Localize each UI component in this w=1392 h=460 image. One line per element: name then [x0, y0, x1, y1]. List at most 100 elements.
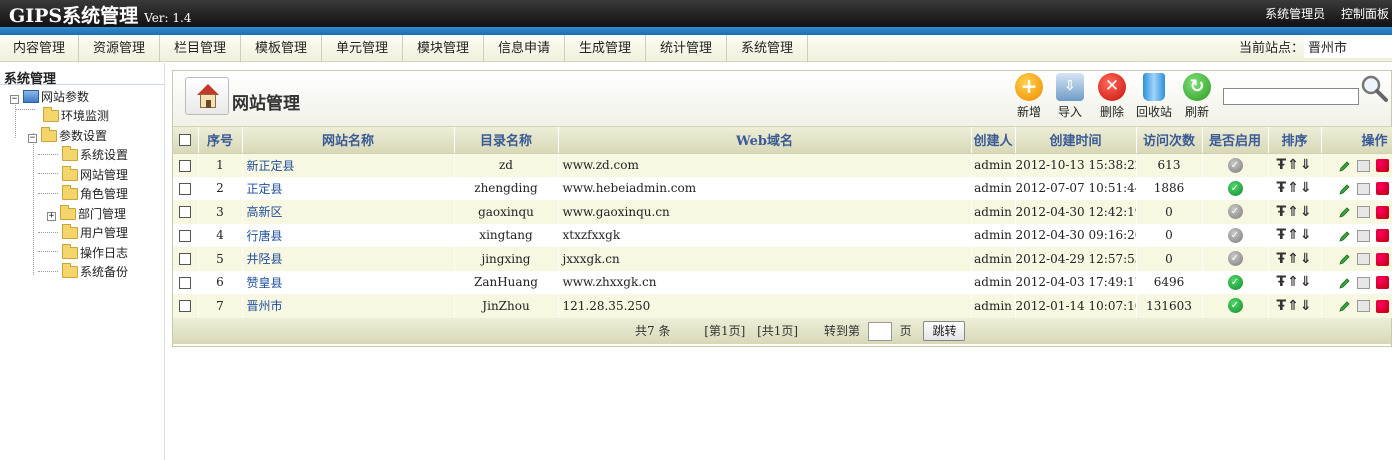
- site-name-link[interactable]: 高新区: [242, 200, 455, 224]
- disabled-check-icon[interactable]: ✓: [1227, 227, 1243, 243]
- site-name-link[interactable]: 赞皇县: [242, 270, 455, 294]
- move-up-icon[interactable]: ⇑: [1287, 180, 1300, 196]
- row-checkbox[interactable]: [179, 300, 192, 313]
- row-checkbox[interactable]: [179, 229, 192, 242]
- menu-content[interactable]: 内容管理: [0, 35, 79, 62]
- pin-top-icon[interactable]: Ŧ: [1276, 274, 1287, 290]
- pin-top-icon[interactable]: Ŧ: [1276, 251, 1287, 267]
- site-name-link[interactable]: 行唐县: [242, 223, 455, 247]
- pin-top-icon[interactable]: Ŧ: [1276, 157, 1287, 173]
- jump-button[interactable]: 跳转: [923, 321, 966, 341]
- menu-requests[interactable]: 信息申请: [484, 35, 565, 62]
- move-up-icon[interactable]: ⇑: [1287, 274, 1300, 290]
- site-name-link[interactable]: 井陉县: [242, 247, 455, 271]
- collapse-icon[interactable]: −: [28, 134, 37, 143]
- tree-node-departments[interactable]: + 部门管理: [47, 205, 126, 223]
- tree-node-monitor[interactable]: 环境监测: [43, 107, 109, 125]
- pin-top-icon[interactable]: Ŧ: [1276, 180, 1287, 196]
- view-icon[interactable]: [1356, 182, 1370, 195]
- permission-icon[interactable]: [1375, 229, 1389, 243]
- enabled-check-icon[interactable]: ✓: [1227, 180, 1243, 196]
- edit-pencil-icon[interactable]: [1338, 253, 1351, 265]
- menu-modules[interactable]: 模块管理: [403, 35, 484, 62]
- enabled-check-icon[interactable]: ✓: [1227, 298, 1243, 314]
- disabled-check-icon[interactable]: ✓: [1227, 157, 1243, 173]
- enabled-check-icon[interactable]: ✓: [1227, 274, 1243, 290]
- move-down-icon[interactable]: ⇓: [1300, 204, 1313, 220]
- pin-top-icon[interactable]: Ŧ: [1276, 298, 1287, 314]
- tree-node-users[interactable]: 用户管理: [62, 224, 128, 242]
- col-domain[interactable]: Web域名: [558, 127, 972, 154]
- disabled-check-icon[interactable]: ✓: [1227, 251, 1243, 267]
- col-visits[interactable]: 访问次数: [1136, 127, 1203, 154]
- row-checkbox[interactable]: [179, 276, 192, 289]
- pin-top-icon[interactable]: Ŧ: [1276, 227, 1287, 243]
- refresh-button[interactable]: ↻ 刷新: [1177, 73, 1217, 120]
- tree-node-params[interactable]: − 参数设置: [28, 127, 107, 145]
- permission-icon[interactable]: [1375, 182, 1389, 196]
- menu-units[interactable]: 单元管理: [322, 35, 403, 62]
- site-name-link[interactable]: 新正定县: [242, 153, 455, 177]
- move-down-icon[interactable]: ⇓: [1300, 298, 1313, 314]
- view-icon[interactable]: [1356, 229, 1370, 242]
- col-enabled[interactable]: 是否启用: [1202, 127, 1269, 154]
- edit-pencil-icon[interactable]: [1338, 300, 1351, 312]
- view-icon[interactable]: [1356, 276, 1370, 289]
- tree-node-logs[interactable]: 操作日志: [62, 244, 128, 262]
- move-down-icon[interactable]: ⇓: [1300, 227, 1313, 243]
- move-up-icon[interactable]: ⇑: [1287, 157, 1300, 173]
- col-name[interactable]: 网站名称: [242, 127, 455, 154]
- import-button[interactable]: ⇩ 导入: [1050, 73, 1090, 120]
- row-checkbox[interactable]: [179, 182, 192, 195]
- move-up-icon[interactable]: ⇑: [1287, 227, 1300, 243]
- view-icon[interactable]: [1356, 300, 1370, 313]
- tree-node-backup[interactable]: 系统备份: [62, 263, 128, 281]
- move-down-icon[interactable]: ⇓: [1300, 180, 1313, 196]
- view-icon[interactable]: [1356, 159, 1370, 172]
- pin-top-icon[interactable]: Ŧ: [1276, 204, 1287, 220]
- menu-resources[interactable]: 资源管理: [79, 35, 160, 62]
- tree-node-system-settings[interactable]: 系统设置: [62, 146, 128, 164]
- edit-pencil-icon[interactable]: [1338, 183, 1351, 195]
- permission-icon[interactable]: [1375, 276, 1389, 290]
- site-name-link[interactable]: 正定县: [242, 176, 455, 200]
- site-name-link[interactable]: 晋州市: [242, 294, 455, 318]
- current-site-value[interactable]: 晋州市: [1304, 39, 1392, 58]
- permission-icon[interactable]: [1375, 299, 1389, 313]
- search-icon[interactable]: [1359, 73, 1389, 103]
- move-down-icon[interactable]: ⇓: [1300, 251, 1313, 267]
- move-up-icon[interactable]: ⇑: [1287, 298, 1300, 314]
- row-checkbox[interactable]: [179, 206, 192, 219]
- permission-icon[interactable]: [1375, 205, 1389, 219]
- col-creator[interactable]: 创建人: [971, 127, 1016, 154]
- move-down-icon[interactable]: ⇓: [1300, 157, 1313, 173]
- tree-node-site-management[interactable]: 网站管理: [62, 166, 128, 184]
- view-icon[interactable]: [1356, 253, 1370, 266]
- recycle-bin-button[interactable]: 回收站: [1134, 73, 1174, 120]
- collapse-icon[interactable]: −: [10, 95, 19, 104]
- menu-columns[interactable]: 栏目管理: [160, 35, 241, 62]
- move-up-icon[interactable]: ⇑: [1287, 251, 1300, 267]
- tree-node-site-params[interactable]: − 网站参数: [10, 88, 89, 106]
- edit-pencil-icon[interactable]: [1338, 206, 1351, 218]
- view-icon[interactable]: [1356, 206, 1370, 219]
- col-dir[interactable]: 目录名称: [454, 127, 559, 154]
- permission-icon[interactable]: [1375, 159, 1389, 172]
- page-number-input[interactable]: [867, 321, 892, 341]
- expand-icon[interactable]: +: [47, 212, 56, 221]
- row-checkbox[interactable]: [179, 253, 192, 266]
- delete-button[interactable]: ✕ 删除: [1092, 73, 1132, 120]
- col-no[interactable]: 序号: [198, 127, 243, 154]
- add-button[interactable]: + 新增: [1009, 73, 1049, 120]
- disabled-check-icon[interactable]: ✓: [1227, 204, 1243, 220]
- move-down-icon[interactable]: ⇓: [1300, 274, 1313, 290]
- permission-icon[interactable]: [1375, 252, 1389, 266]
- user-link[interactable]: 系统管理员: [1265, 7, 1325, 21]
- menu-system[interactable]: 系统管理: [727, 35, 808, 62]
- row-checkbox[interactable]: [179, 159, 192, 172]
- menu-statistics[interactable]: 统计管理: [646, 35, 727, 62]
- select-all-checkbox[interactable]: [179, 133, 192, 146]
- menu-templates[interactable]: 模板管理: [241, 35, 322, 62]
- move-up-icon[interactable]: ⇑: [1287, 204, 1300, 220]
- edit-pencil-icon[interactable]: [1338, 230, 1351, 242]
